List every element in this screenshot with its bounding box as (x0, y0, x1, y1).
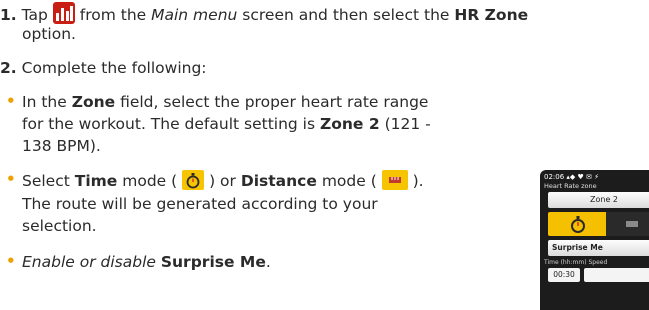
phone-status-bar: 02:06 ▴◆ ♥ ✉ ⚡ (544, 173, 600, 181)
phone-distance-mode-button[interactable] (606, 212, 649, 236)
step-1-line-2: option. (22, 24, 76, 44)
step-text: from the (79, 6, 147, 24)
bullet-text: The route will be generated according to… (22, 195, 378, 213)
bullet-text: mode ( (122, 172, 178, 190)
bullet-2-line-2: The route will be generated according to… (22, 194, 378, 214)
bullet-1-line-1: In the Zone field, select the proper hea… (22, 92, 428, 112)
bullet-text: mode ( (321, 172, 377, 190)
stopwatch-icon (182, 170, 205, 190)
zone-2-label: Zone 2 (320, 115, 380, 133)
bullet-text: for the workout. The default setting is (22, 115, 316, 133)
step-number: 2. (0, 59, 17, 77)
bullet-marker: • (6, 92, 16, 110)
step-1-line: 1. Tap from the Main menu screen and the… (0, 2, 528, 29)
bullet-2-line-3: selection. (22, 216, 97, 236)
main-menu-label: Main menu (151, 6, 238, 24)
step-text: option. (22, 25, 76, 43)
time-label: Time (74, 172, 118, 190)
bullet-2-line-1: Select Time mode ( ) or Distance mode ( … (22, 170, 424, 191)
bullet-text: ). (412, 172, 424, 190)
phone-hr-zone-label: Heart Rate zone (544, 182, 597, 190)
phone-screenshot: 02:06 ▴◆ ♥ ✉ ⚡ Heart Rate zone Zone 2 Su… (540, 170, 649, 310)
bullet-3-line: Enable or disable Surprise Me. (22, 252, 271, 272)
bullet-text: ) or (209, 172, 236, 190)
bullet-marker: • (6, 170, 16, 188)
hr-zone-label: HR Zone (454, 6, 529, 24)
distance-label: Distance (240, 172, 317, 190)
phone-speed-field[interactable] (584, 268, 649, 282)
phone-zone-button[interactable]: Zone 2 (548, 192, 649, 208)
ruler-icon (626, 221, 638, 227)
surprise-me-label: Surprise Me (160, 253, 266, 271)
step-text: Complete the following: (21, 59, 207, 77)
stopwatch-icon (571, 216, 585, 233)
phone-time-speed-labels: Time (hh:mm) Speed (544, 259, 608, 266)
bullet-text: selection. (22, 217, 97, 235)
bullet-text: 138 BPM). (22, 137, 101, 155)
bullet-text: Select (22, 172, 70, 190)
step-number: 1. (0, 6, 17, 24)
step-text: Tap (21, 6, 48, 24)
bullet-text: field, select the proper heart rate rang… (120, 93, 429, 111)
bullet-1-line-3: 138 BPM). (22, 136, 101, 156)
step-text: screen and then select the (242, 6, 450, 24)
phone-surprise-me-toggle[interactable]: Surprise Me (548, 240, 649, 256)
ruler-icon (381, 170, 408, 190)
step-2-line: 2. Complete the following: (0, 58, 207, 78)
bullet-text: (121 - (384, 115, 431, 133)
phone-time-field[interactable]: 00:30 (548, 268, 580, 282)
zone-label: Zone (71, 93, 116, 111)
bullet-text: . (265, 253, 271, 271)
bullet-text: Enable or disable (22, 253, 156, 271)
bullet-marker: • (6, 252, 16, 270)
bullet-1-line-2: for the workout. The default setting is … (22, 114, 431, 134)
bullet-text: In the (22, 93, 67, 111)
